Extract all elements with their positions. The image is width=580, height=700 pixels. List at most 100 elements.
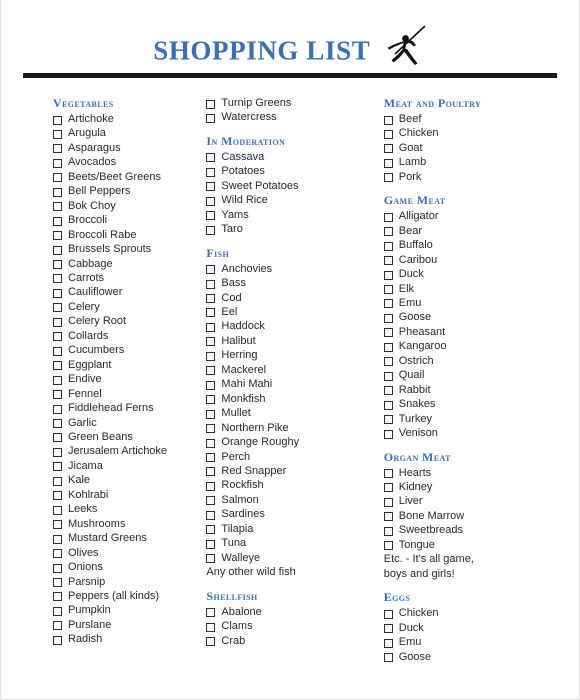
list-item[interactable]: Emu [383,296,579,310]
list-item[interactable]: Onions [53,560,200,574]
list-item[interactable]: Cucumbers [53,343,200,357]
list-item[interactable]: Sardines [206,507,379,521]
checkbox-icon[interactable] [53,592,62,602]
list-item[interactable]: Perch [206,450,379,464]
checkbox-icon[interactable] [53,129,62,139]
checkbox-icon[interactable] [383,227,393,237]
list-item[interactable]: Asparagus [53,141,200,155]
checkbox-icon[interactable] [383,256,393,266]
checkbox-icon[interactable] [206,265,216,275]
checkbox-icon[interactable] [206,622,216,632]
checkbox-icon[interactable] [53,419,62,429]
list-item[interactable]: Mahi Mahi [206,377,379,391]
checkbox-icon[interactable] [206,279,216,289]
checkbox-icon[interactable] [206,453,216,463]
list-item[interactable]: Orange Roughy [206,435,379,449]
checkbox-icon[interactable] [53,390,62,400]
list-item[interactable]: Hearts [383,466,579,480]
checkbox-icon[interactable] [206,554,216,564]
list-item[interactable]: Broccoli [53,213,200,227]
checkbox-icon[interactable] [383,429,393,439]
list-item[interactable]: Alligator [383,209,579,223]
list-item[interactable]: Fennel [53,387,200,401]
list-item[interactable]: Emu [383,635,579,649]
checkbox-icon[interactable] [383,609,393,619]
checkbox-icon[interactable] [206,182,216,192]
checkbox-icon[interactable] [383,512,393,522]
list-item[interactable]: Cassava [206,150,379,164]
checkbox-icon[interactable] [383,158,393,168]
list-item[interactable]: Collards [53,329,200,343]
checkbox-icon[interactable] [206,99,216,109]
list-item[interactable]: Beets/Beet Greens [53,170,200,184]
list-item[interactable]: Celery [53,300,200,314]
checkbox-icon[interactable] [53,635,62,645]
checkbox-icon[interactable] [206,167,216,177]
list-item[interactable]: Bass [206,276,379,290]
checkbox-icon[interactable] [383,386,393,396]
checkbox-icon[interactable] [206,637,216,646]
checkbox-icon[interactable] [53,288,62,298]
list-item[interactable]: Clams [206,619,379,633]
list-item[interactable]: Potatoes [206,164,379,178]
list-item[interactable]: Anchovies [206,262,379,276]
list-item[interactable]: Endive [53,372,200,386]
checkbox-icon[interactable] [53,462,62,472]
checkbox-icon[interactable] [53,173,62,183]
checkbox-icon[interactable] [53,491,62,501]
list-item[interactable]: Eggplant [53,358,200,372]
checkbox-icon[interactable] [383,299,393,309]
checkbox-icon[interactable] [383,638,393,648]
list-item[interactable]: Northern Pike [206,421,379,435]
checkbox-icon[interactable] [53,433,62,443]
checkbox-icon[interactable] [206,424,216,434]
list-item[interactable]: Olives [53,546,200,560]
list-item[interactable]: Garlic [53,416,200,430]
checkbox-icon[interactable] [383,328,393,338]
list-item[interactable]: Kale [53,473,200,487]
checkbox-icon[interactable] [383,624,393,634]
checkbox-icon[interactable] [383,173,393,183]
list-item[interactable]: Tongue [383,538,579,552]
checkbox-icon[interactable] [383,357,393,367]
checkbox-icon[interactable] [383,469,393,479]
list-item[interactable]: Broccoli Rabe [53,228,200,242]
list-item[interactable]: Kangaroo [383,339,579,353]
checkbox-icon[interactable] [53,216,62,226]
checkbox-icon[interactable] [206,510,216,520]
checkbox-icon[interactable] [53,606,62,616]
list-item[interactable]: Chicken [383,126,579,140]
checkbox-icon[interactable] [53,144,62,154]
list-item[interactable]: Bok Choy [53,199,200,213]
checkbox-icon[interactable] [206,539,216,549]
list-item[interactable]: Watercress [206,110,379,124]
list-item[interactable]: Snakes [383,397,579,411]
checkbox-icon[interactable] [53,549,62,559]
list-item[interactable]: Beef [383,112,579,126]
checkbox-icon[interactable] [206,294,216,304]
checkbox-icon[interactable] [53,375,62,385]
checkbox-icon[interactable] [53,231,62,241]
checkbox-icon[interactable] [53,520,62,530]
checkbox-icon[interactable] [53,346,62,356]
checkbox-icon[interactable] [53,404,62,414]
list-item[interactable]: Kidney [383,480,579,494]
list-item[interactable]: Pumpkin [53,603,200,617]
list-item[interactable]: Celery Root [53,314,200,328]
list-item[interactable]: Buffalo [383,238,579,252]
list-item[interactable]: Leeks [53,502,200,516]
checkbox-icon[interactable] [206,438,216,448]
list-item[interactable]: Radish [53,632,200,646]
checkbox-icon[interactable] [383,483,393,493]
list-item[interactable]: Yams [206,208,379,222]
checkbox-icon[interactable] [53,202,62,212]
list-item[interactable]: Halibut [206,334,379,348]
checkbox-icon[interactable] [383,241,393,251]
checkbox-icon[interactable] [383,541,393,551]
list-item[interactable]: Duck [383,267,579,281]
checkbox-icon[interactable] [53,578,62,587]
list-item[interactable]: Cod [206,291,379,305]
list-item[interactable]: Jerusalem Artichoke [53,444,200,458]
checkbox-icon[interactable] [53,303,62,313]
list-item[interactable]: Mullet [206,406,379,420]
